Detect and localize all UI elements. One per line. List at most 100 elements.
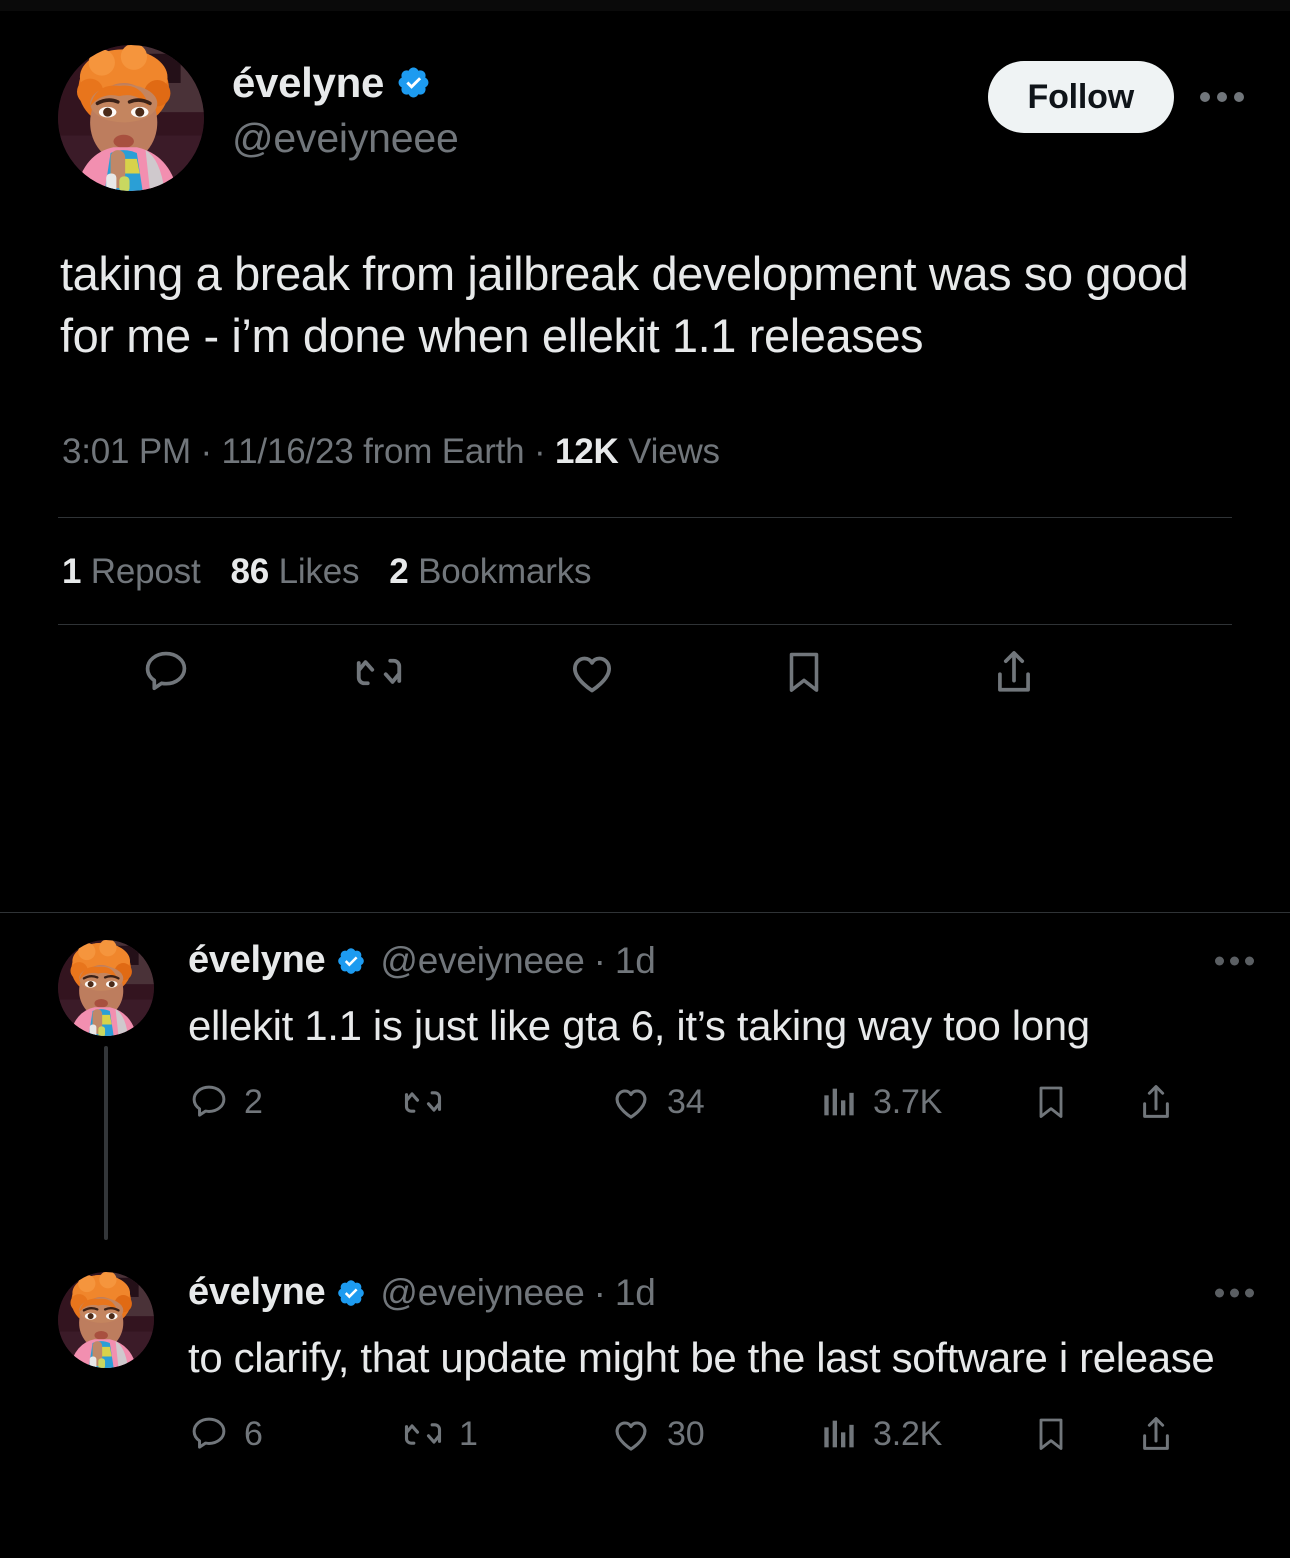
bookmark-icon <box>789 652 818 692</box>
repost-button[interactable] <box>352 645 406 699</box>
more-options-icon[interactable] <box>1215 956 1254 966</box>
share-icon <box>1143 1084 1169 1118</box>
repost-button[interactable] <box>401 1080 609 1124</box>
reply-timestamp: 1d <box>614 939 656 981</box>
meta-dot-1: · <box>200 432 212 472</box>
stat-likes-label: Likes <box>278 552 360 592</box>
stat-reposts[interactable]: 1 Repost <box>62 552 201 592</box>
reply-display-name: évelyne <box>188 939 326 981</box>
tweet-text: taking a break from jailbreak developmen… <box>60 247 1201 363</box>
follow-button[interactable]: Follow <box>987 61 1174 133</box>
reply-icon <box>192 1085 226 1117</box>
tweet-time: 3:01 PM <box>62 432 191 472</box>
reply-item[interactable]: évelyne @eveiyneee · 1d ellekit 1.1 is j… <box>0 939 1290 1240</box>
stats-row: 1 Repost 86 Likes 2 Bookmarks <box>0 518 1290 624</box>
stat-likes-count: 86 <box>230 552 270 592</box>
stat-likes[interactable]: 86 Likes <box>231 552 360 592</box>
like-count: 34 <box>667 1082 705 1121</box>
name-row: évelyne <box>232 59 988 106</box>
main-tweet-identity: évelyne @eveiyneee <box>232 59 988 163</box>
reply-left-rail <box>58 940 154 1240</box>
tweet-detail-screen: évelyne @eveiyneee Follow taking a break… <box>0 0 1290 1558</box>
reply-content: évelyne @eveiyneee · 1d ellekit 1.1 is j… <box>154 939 1290 1240</box>
verified-badge-icon <box>398 67 429 98</box>
reply-display-name: évelyne <box>188 1271 326 1313</box>
views-button[interactable]: 3.7K <box>819 1082 1031 1122</box>
repost-icon <box>356 658 401 686</box>
avatar[interactable] <box>58 940 154 1036</box>
reply-action-bar: 2 34 3.7K <box>188 1080 1254 1124</box>
status-bar-strip <box>0 0 1290 11</box>
tweet-date: 11/16/23 <box>221 432 354 472</box>
repost-icon <box>404 1090 442 1113</box>
like-icon <box>572 656 612 693</box>
reply-handle: @eveiyneee <box>380 939 585 981</box>
like-icon <box>615 1089 647 1119</box>
reply-count: 2 <box>244 1082 263 1121</box>
analytics-icon <box>824 1088 854 1115</box>
stat-bookmarks-label: Bookmarks <box>418 552 592 592</box>
share-button[interactable] <box>1135 1081 1195 1123</box>
views-label: Views <box>628 432 720 472</box>
reply-header: évelyne @eveiyneee · 1d <box>188 1271 1254 1314</box>
avatar[interactable] <box>58 45 204 191</box>
meta-dot-2: · <box>533 432 546 472</box>
main-action-bar <box>0 625 1140 699</box>
reply-text: to clarify, that update might be the las… <box>188 1333 1215 1381</box>
handle: @eveiyneee <box>232 115 459 162</box>
reply-left-rail <box>58 1272 154 1558</box>
reply-icon <box>145 651 187 691</box>
main-tweet-header: évelyne @eveiyneee Follow <box>0 11 1290 191</box>
repost-button[interactable]: 1 <box>401 1412 609 1456</box>
reply-text: ellekit 1.1 is just like gta 6, it’s tak… <box>188 1001 1090 1049</box>
thread-connector-line <box>104 1046 108 1240</box>
views-count: 3.7K <box>873 1082 943 1121</box>
bookmark-button[interactable] <box>1031 1414 1135 1454</box>
bookmark-button[interactable] <box>779 647 829 697</box>
repost-icon <box>404 1422 442 1445</box>
bookmark-button[interactable] <box>1031 1082 1135 1122</box>
like-button[interactable]: 34 <box>609 1080 819 1124</box>
bookmark-icon <box>1039 1086 1063 1118</box>
reply-timestamp: 1d <box>614 1271 656 1313</box>
verified-badge-icon <box>338 948 365 974</box>
reply-separator: · <box>593 939 606 981</box>
reply-header: évelyne @eveiyneee · 1d <box>188 939 1254 982</box>
like-button[interactable]: 30 <box>609 1412 819 1456</box>
views-count: 3.2K <box>873 1414 943 1453</box>
like-count: 30 <box>667 1414 705 1453</box>
more-options-icon[interactable] <box>1215 1288 1254 1298</box>
bookmark-icon <box>1039 1418 1063 1450</box>
reply-button[interactable] <box>140 646 192 698</box>
more-options-icon[interactable] <box>1192 82 1252 112</box>
main-tweet: évelyne @eveiyneee Follow taking a break… <box>0 11 1290 699</box>
analytics-icon <box>824 1420 854 1447</box>
reply-button[interactable]: 6 <box>188 1413 401 1455</box>
divider-main-replies <box>0 912 1290 913</box>
like-icon <box>615 1421 647 1451</box>
views-count: 12K <box>554 432 619 472</box>
display-name: évelyne <box>232 59 385 106</box>
stat-bookmarks-count: 2 <box>389 552 409 592</box>
reply-icon <box>192 1417 226 1449</box>
like-button[interactable] <box>565 645 619 699</box>
share-icon <box>1143 1416 1169 1450</box>
main-tweet-actions: Follow <box>987 61 1252 133</box>
share-button[interactable] <box>1135 1413 1195 1455</box>
reply-separator: · <box>593 1271 606 1313</box>
reply-content: évelyne @eveiyneee · 1d to clarify, that… <box>154 1271 1290 1558</box>
repost-count: 1 <box>459 1414 478 1453</box>
reply-handle: @eveiyneee <box>380 1271 585 1313</box>
share-button[interactable] <box>988 646 1040 698</box>
stat-reposts-count: 1 <box>62 552 82 592</box>
stat-bookmarks[interactable]: 2 Bookmarks <box>389 552 591 592</box>
reply-count: 6 <box>244 1414 263 1453</box>
reply-action-bar: 6 1 30 3.2K <box>188 1412 1254 1456</box>
verified-badge-icon <box>338 1280 365 1306</box>
reply-item[interactable]: évelyne @eveiyneee · 1d to clarify, that… <box>0 1271 1290 1558</box>
reply-button[interactable]: 2 <box>188 1081 401 1123</box>
views-button[interactable]: 3.2K <box>819 1414 1031 1454</box>
avatar[interactable] <box>58 1272 154 1368</box>
tweet-meta: 3:01 PM · 11/16/23 from Earth · 12K View… <box>0 367 1290 473</box>
stat-reposts-label: Repost <box>90 552 201 592</box>
